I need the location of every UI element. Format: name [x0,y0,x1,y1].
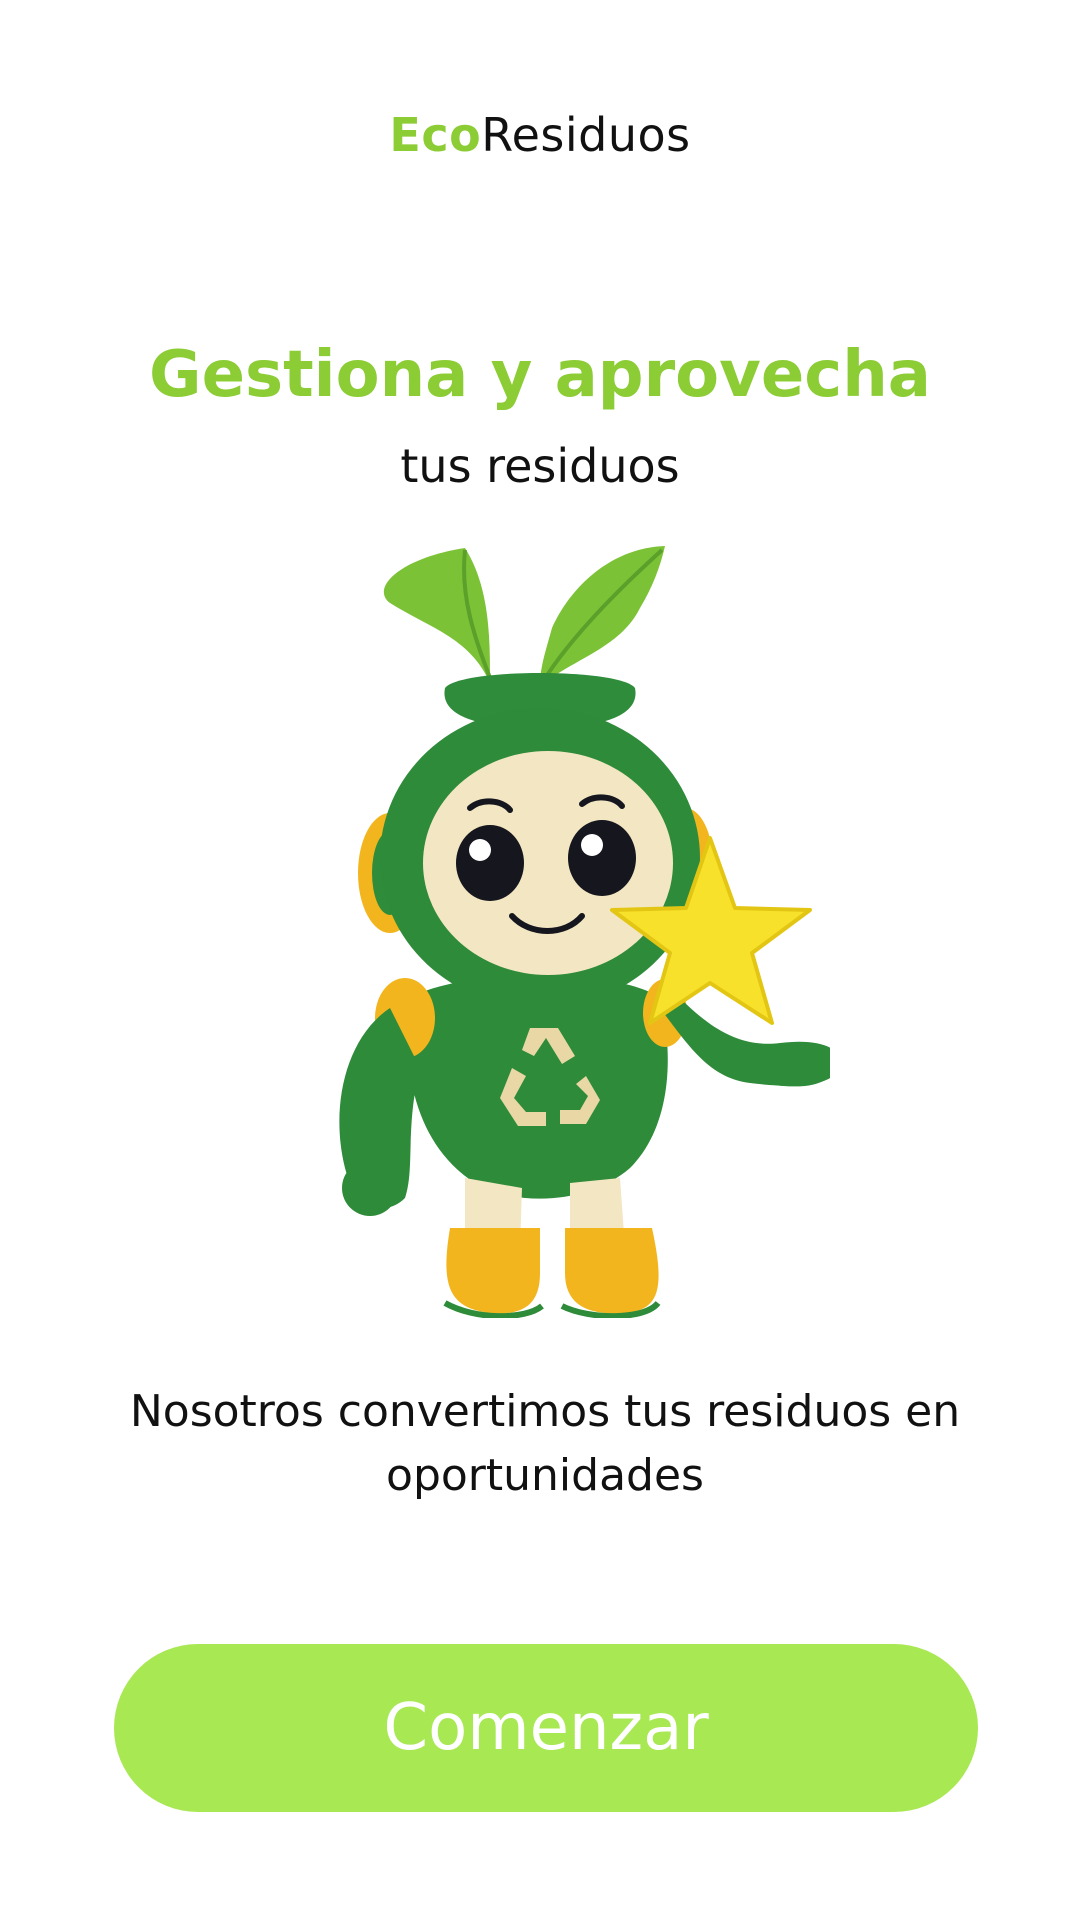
page-title: Gestiona y aprovecha [149,338,931,412]
start-button[interactable]: Comenzar [114,1644,978,1812]
brand-prefix: Eco [389,108,482,162]
recycling-mascot-icon [290,528,830,1318]
page-subtitle: tus residuos [400,439,680,493]
onboarding-screen: EcoResiduos Gestiona y aprovecha tus res… [0,0,1080,1920]
brand-suffix: Residuos [481,108,691,162]
tagline-text: Nosotros convertimos tus residuos en opo… [129,1386,961,1501]
app-logo: EcoResiduos [0,105,1080,165]
